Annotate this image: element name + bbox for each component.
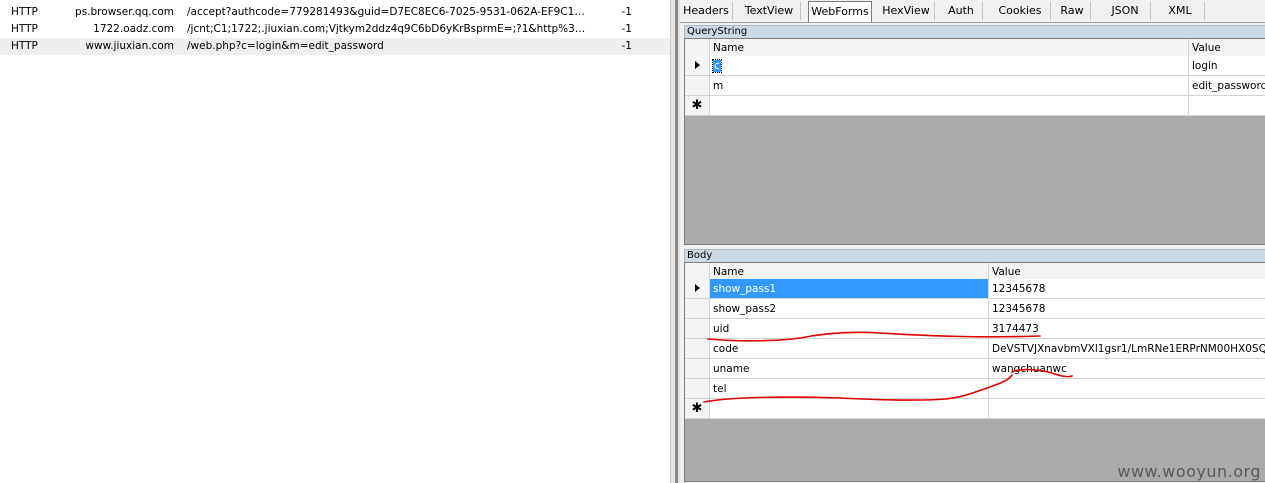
annotation-underline-uname [1011,368,1073,378]
annotation-underline-uid [707,331,1041,342]
annotation-underline-tel [703,374,1013,403]
annotation-overlay [703,331,1073,403]
